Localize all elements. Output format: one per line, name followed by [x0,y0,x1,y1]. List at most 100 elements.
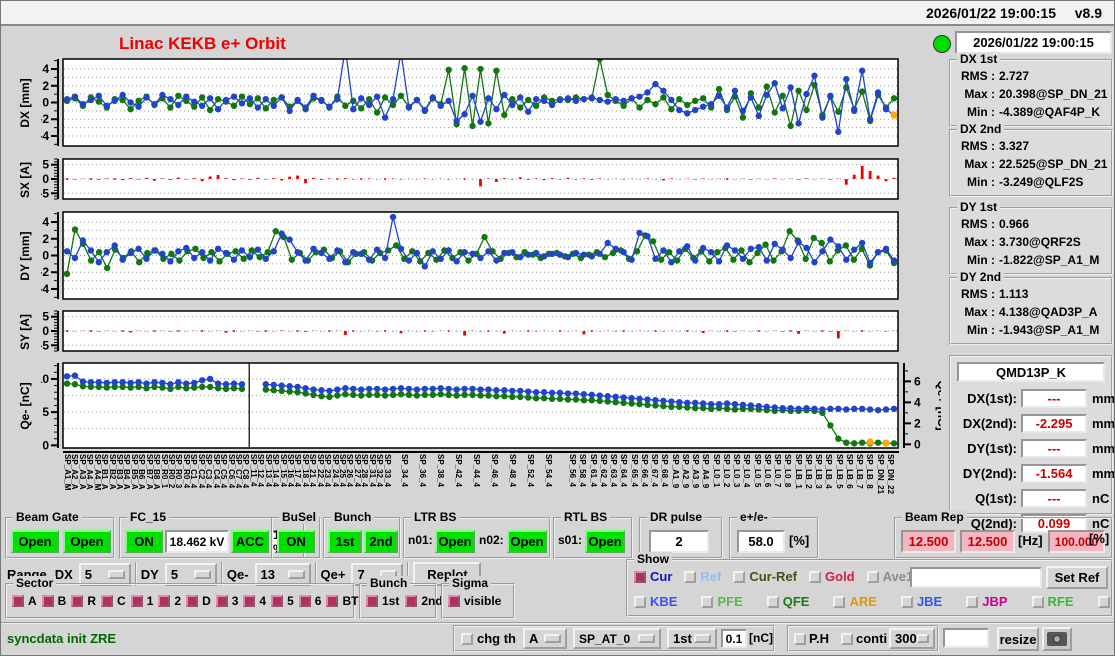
titlebar-clock: 2026/01/22 19:00:15 [926,5,1056,21]
checkbox[interactable] [186,595,199,607]
checkbox-item-are[interactable]: ARE [833,594,877,609]
checkbox-item-4[interactable]: 4 [243,594,266,608]
monitor-row-label: DY(1st): [967,441,1017,456]
resize-button[interactable]: resize [997,627,1039,651]
charge-plot[interactable]: 10 5 0 6 4 2 0 Qe+ [nC] [41,361,941,453]
checkbox-label: 1 [146,594,154,608]
chg-th-checkbox[interactable] [461,633,473,645]
count-input[interactable] [943,628,989,648]
checkbox-item-kbe[interactable]: KBE [634,594,677,609]
screenshot-button[interactable] [1042,627,1072,651]
ltr-n01-button[interactable]: Open [435,530,475,553]
checkbox[interactable] [158,595,171,607]
checkbox[interactable] [326,595,339,607]
checkbox-label: 4 [259,594,267,608]
bunch-2nd-button[interactable]: 2nd [364,530,398,553]
checkbox[interactable] [1031,595,1044,608]
checkbox-item-5[interactable]: 5 [271,594,294,608]
dr-pulse-field[interactable]: 2 [649,530,709,553]
bpm-name-label: SP_A1_9 [670,454,680,489]
checkbox[interactable] [215,595,228,607]
bpm-name-label: SP_16_4 [285,454,295,487]
bpm-name-label: SP_24_4 [330,454,340,487]
checkbox[interactable] [448,595,460,607]
checkbox[interactable] [634,595,646,608]
checkbox[interactable] [243,595,256,607]
dy1-rms: 0.966 [999,217,1030,231]
checkbox-item-bt[interactable]: BT [326,594,358,608]
checkbox[interactable] [41,595,54,607]
checkbox-item-sfe[interactable]: SFE [1097,594,1114,609]
monitor-row-value: --- [1021,389,1087,408]
checkbox[interactable] [966,595,979,608]
checkbox-item-d[interactable]: D [186,594,211,608]
checkbox-item-r[interactable]: R [71,594,96,608]
set-ref-button[interactable]: Set Ref [1046,566,1108,589]
e-ratio-field[interactable]: 58.0 [737,530,785,553]
checkbox-item-2[interactable]: 2 [158,594,181,608]
checkbox[interactable] [405,595,418,607]
checkbox[interactable] [298,595,311,607]
checkbox-item-rfe[interactable]: RFE [1031,594,1074,609]
checkbox[interactable] [733,570,746,583]
checkbox-label: A [28,594,37,608]
checkbox-item-c[interactable]: C [101,594,126,608]
dy1-stats-box: DY 1st RMS :0.966 Max :3.730@QRF2S Min :… [949,200,1113,275]
ltr-n02-button[interactable]: Open [507,530,547,553]
ref-name-input[interactable] [910,567,1042,588]
checkbox[interactable] [900,595,913,608]
checkbox-item-1st[interactable]: 1st [366,594,399,608]
sy-steering-plot[interactable]: 50-5 [41,309,941,357]
checkbox[interactable] [1097,595,1110,608]
count-dropdown[interactable]: 300 [889,628,935,649]
checkbox-label: Ref [700,569,722,584]
checkbox[interactable] [809,570,822,583]
dy-orbit-plot[interactable]: 4 2 0 -2 -4 [41,210,941,304]
checkbox-item-cur-ref[interactable]: Cur-Ref [733,569,797,584]
checkbox-item-visible[interactable]: visible [448,594,501,608]
fc15-kv-field[interactable]: 18.462 kV [165,530,229,553]
checkbox[interactable] [766,595,779,608]
checkbox[interactable] [634,570,646,583]
checkbox[interactable] [866,570,879,583]
th-sector-dropdown[interactable]: A [523,628,567,649]
sp-select-dropdown[interactable]: SP_AT_0 [573,628,661,649]
checkbox-item-cur[interactable]: Cur [634,569,672,584]
bpm-name-label: SP_L0_2 [721,454,731,488]
rtl-s01-button[interactable]: Open [585,530,625,553]
ph-checkbox[interactable] [794,633,806,645]
checkbox[interactable] [833,595,846,608]
checkbox[interactable] [101,595,114,607]
fc15-on-button[interactable]: ON [125,530,163,553]
checkbox[interactable] [366,595,378,607]
th-bunch-dropdown[interactable]: 1st [667,628,717,649]
checkbox-item-gold[interactable]: Gold [809,569,855,584]
checkbox[interactable] [130,595,143,607]
checkbox-item-jbe[interactable]: JBE [900,594,942,609]
checkbox-item-1[interactable]: 1 [130,594,154,608]
beam-gate-button-1[interactable]: Open [11,530,59,553]
checkbox-item-a[interactable]: A [12,594,37,608]
dx-orbit-plot[interactable]: 4 2 0 -2 -4 [41,57,941,151]
checkbox[interactable] [12,595,24,607]
checkbox[interactable] [271,595,284,607]
checkbox-item-3[interactable]: 3 [215,594,238,608]
checkbox-item-ref[interactable]: Ref [684,569,721,584]
beam-gate-button-2[interactable]: Open [63,530,111,553]
checkbox-item-qfe[interactable]: QFE [766,594,809,609]
bunch-1st-button[interactable]: 1st [328,530,362,553]
threshold-field[interactable]: 0.1 [721,629,747,648]
checkbox[interactable] [701,595,714,608]
fc15-acc-button[interactable]: ACC [231,530,269,553]
sx-steering-plot[interactable]: 50-5 [41,157,941,205]
checkbox-item-pfe[interactable]: PFE [701,594,743,609]
checkbox[interactable] [684,570,697,583]
checkbox-item-6[interactable]: 6 [298,594,321,608]
checkbox-item-b[interactable]: B [41,594,66,608]
checkbox-item-2nd[interactable]: 2nd [405,594,443,608]
busel-on-button[interactable]: ON [277,530,315,553]
checkbox[interactable] [71,595,84,607]
monitor-name-field[interactable]: QMD13P_K [957,362,1105,382]
conti-checkbox[interactable] [841,633,853,645]
checkbox-item-jbp[interactable]: JBP [966,594,1008,609]
